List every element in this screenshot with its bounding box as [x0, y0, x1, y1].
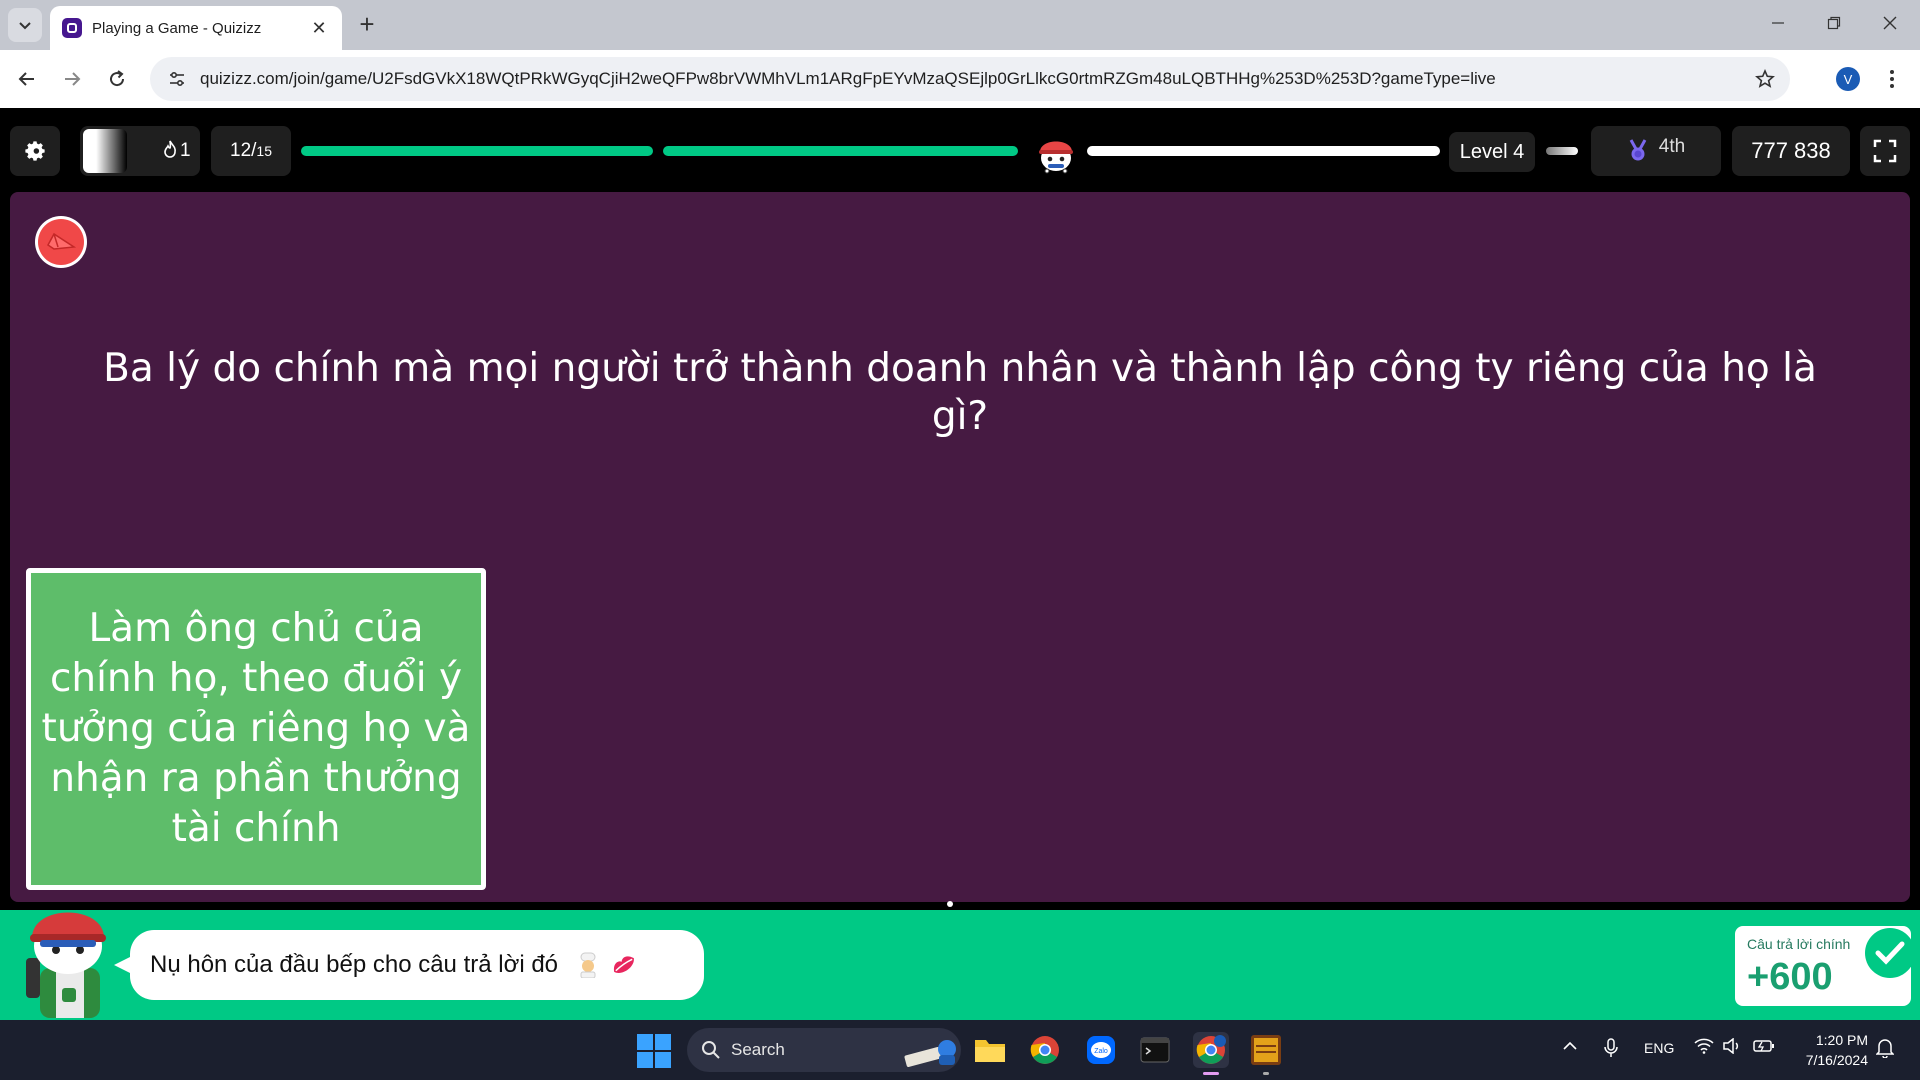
chef-mascot-icon	[18, 898, 118, 1022]
feedback-bar: Nụ hôn của đầu bếp cho câu trả lời đó Câ…	[0, 910, 1920, 1020]
tab-search-button[interactable]	[8, 8, 42, 42]
feedback-message: Nụ hôn của đầu bếp cho câu trả lời đó	[150, 951, 559, 978]
search-highlight-icon	[904, 1040, 956, 1067]
streak-meter	[83, 129, 127, 173]
wifi-button[interactable]	[1694, 1038, 1714, 1057]
chrome-icon[interactable]	[1027, 1032, 1063, 1068]
language-indicator[interactable]: ENG	[1644, 1040, 1674, 1056]
arrow-left-icon	[18, 72, 34, 86]
file-explorer-icon[interactable]	[972, 1032, 1008, 1068]
tray-overflow-button[interactable]	[1562, 1038, 1578, 1057]
progress-segment-1	[301, 146, 653, 156]
chrome-profile-icon[interactable]	[1193, 1032, 1229, 1068]
game-app-icon[interactable]	[1248, 1032, 1284, 1068]
volume-button[interactable]	[1722, 1037, 1742, 1057]
zalo-icon[interactable]: Zalo	[1083, 1032, 1119, 1068]
microphone-icon	[1604, 1038, 1618, 1057]
flame-icon	[163, 140, 177, 162]
player-avatar-icon	[1034, 130, 1078, 174]
gear-icon	[25, 141, 45, 161]
level-badge: Level 4	[1449, 132, 1535, 172]
search-icon	[702, 1041, 720, 1059]
close-window-button[interactable]	[1862, 0, 1918, 46]
fullscreen-button[interactable]	[1860, 126, 1910, 176]
question-text: Ba lý do chính mà mọi người trở thành do…	[103, 346, 1817, 439]
active-tab[interactable]: Playing a Game - Quizizz ✕	[50, 6, 342, 50]
tab-title: Playing a Game - Quizizz	[92, 19, 262, 37]
rank-indicator: 4th	[1591, 126, 1721, 176]
windows-taskbar: Search Zalo ENG 1:20 PM 7/16/2024	[0, 1020, 1920, 1080]
browser-menu-button[interactable]	[1880, 64, 1904, 94]
score-display: 777 838	[1732, 126, 1850, 176]
answer-option-correct[interactable]: Làm ông chủ của chính họ, theo đuổi ý tư…	[26, 568, 486, 890]
tab-close-button[interactable]: ✕	[308, 18, 330, 39]
streak-count: 1	[180, 140, 191, 161]
game-header: 1 12/15 Level 4 4th 777 838	[0, 108, 1920, 192]
active-app-indicator	[1203, 1072, 1219, 1075]
svg-text:Zalo: Zalo	[1094, 1048, 1108, 1055]
minimize-button[interactable]	[1750, 0, 1806, 46]
clock-time: 1:20 PM	[1815, 1032, 1868, 1048]
progress-segment-2	[663, 146, 1018, 156]
terminal-icon[interactable]	[1137, 1032, 1173, 1068]
back-button[interactable]	[10, 62, 44, 96]
clock-date: 7/16/2024	[1805, 1052, 1868, 1068]
feedback-speech-bubble: Nụ hôn của đầu bếp cho câu trả lời đó	[114, 930, 704, 1000]
question-type-icon	[35, 216, 87, 268]
browser-toolbar: quizizz.com/join/game/U2FsdGVkX18WQtPRkW…	[0, 50, 1920, 108]
speaker-icon	[1723, 1037, 1739, 1055]
page-indicator-dot	[947, 901, 953, 907]
address-bar[interactable]: quizizz.com/join/game/U2FsdGVkX18WQtPRkW…	[150, 57, 1790, 101]
question-panel: Ba lý do chính mà mọi người trở thành do…	[10, 192, 1910, 902]
question-total: 15	[256, 143, 272, 159]
forward-button[interactable]	[55, 62, 89, 96]
notifications-button[interactable]	[1875, 1038, 1895, 1061]
level-progress-bar	[1087, 146, 1440, 156]
points-card: Câu trả lời chính +600	[1735, 926, 1911, 1006]
question-current: 12/	[230, 140, 257, 161]
fullscreen-icon	[1873, 139, 1897, 163]
browser-tab-bar: Playing a Game - Quizizz ✕ +	[0, 0, 1920, 50]
restore-button[interactable]	[1806, 0, 1862, 46]
reload-button[interactable]	[100, 62, 134, 96]
answer-text: Làm ông chủ của chính họ, theo đuổi ý tư…	[41, 606, 471, 851]
wifi-icon	[1694, 1038, 1714, 1054]
microphone-button[interactable]	[1603, 1038, 1619, 1061]
battery-button[interactable]	[1753, 1038, 1775, 1057]
chevron-up-icon	[1563, 1041, 1577, 1050]
question-counter: 12/15	[211, 126, 291, 176]
chef-emoji-icon	[580, 952, 596, 978]
close-icon	[1883, 16, 1897, 30]
open-app-indicator	[1263, 1072, 1269, 1075]
system-clock[interactable]: 1:20 PM 7/16/2024	[1790, 1030, 1868, 1070]
quizizz-favicon-icon	[62, 18, 82, 38]
streak-indicator: 1	[80, 126, 200, 176]
settings-button[interactable]	[10, 126, 60, 176]
tune-icon	[170, 71, 184, 87]
reload-icon	[110, 70, 125, 87]
arrow-right-icon	[65, 72, 81, 86]
site-info-button[interactable]	[162, 64, 192, 94]
medal-icon	[1629, 139, 1647, 161]
chevron-down-icon	[19, 22, 31, 30]
points-label: Câu trả lời chính	[1747, 936, 1851, 952]
bookmark-button[interactable]	[1748, 62, 1782, 96]
minimize-icon	[1772, 22, 1784, 24]
restore-icon	[1827, 16, 1841, 30]
search-label: Search	[731, 1040, 785, 1059]
taskbar-search[interactable]: Search	[687, 1028, 961, 1072]
bell-icon	[1875, 1039, 1895, 1059]
star-icon	[1755, 69, 1775, 88]
profile-avatar[interactable]: V	[1836, 67, 1860, 91]
kiss-icon	[613, 956, 634, 973]
rank-text: 4th	[1658, 136, 1686, 157]
level-mini-indicator	[1546, 147, 1578, 155]
new-tab-button[interactable]: +	[352, 10, 382, 40]
url-text[interactable]: quizizz.com/join/game/U2FsdGVkX18WQtPRkW…	[200, 69, 1748, 89]
points-value: +600	[1747, 956, 1833, 998]
check-icon	[1865, 928, 1911, 978]
battery-icon	[1753, 1040, 1774, 1052]
windows-start-button[interactable]	[637, 1034, 671, 1068]
